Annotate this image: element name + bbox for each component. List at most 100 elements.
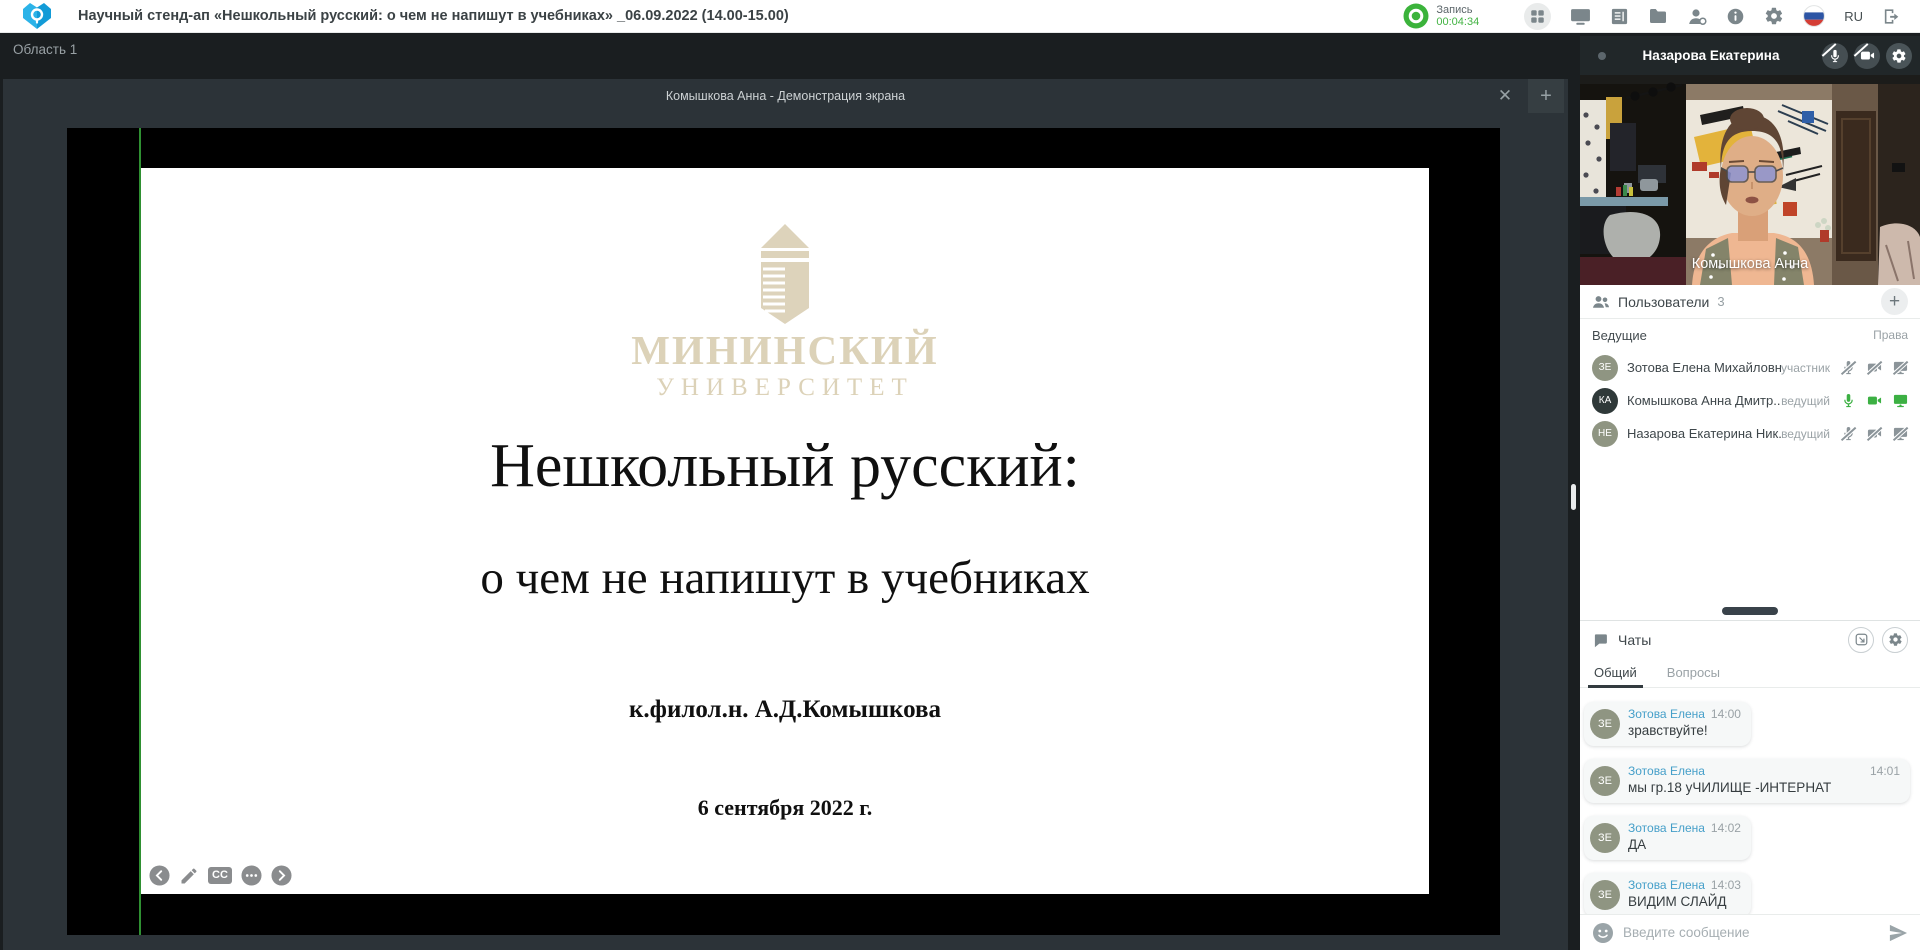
chat-title: Чаты: [1618, 632, 1651, 648]
message-author: Зотова Елена: [1628, 821, 1705, 835]
chat-header: Чаты: [1580, 621, 1920, 658]
message-author: Зотова Елена: [1628, 878, 1705, 892]
exit-icon[interactable]: [1882, 7, 1900, 26]
mic-off-icon[interactable]: [1822, 43, 1848, 69]
previous-slide-icon[interactable]: [149, 865, 170, 886]
popout-chat-icon[interactable]: [1848, 627, 1874, 653]
record-indicator[interactable]: Запись 00:04:34: [1403, 3, 1479, 29]
more-icon[interactable]: [241, 865, 262, 886]
user-name: Комышкова Анна Дмитр...: [1627, 393, 1781, 408]
users-header: Пользователи 3 +: [1580, 285, 1920, 319]
users-count: 3: [1717, 294, 1724, 309]
video-header: Назарова Екатерина: [1580, 36, 1920, 75]
info-icon[interactable]: [1726, 7, 1745, 26]
mic-off-icon[interactable]: [1841, 360, 1856, 375]
send-icon[interactable]: [1888, 924, 1908, 942]
screen-off-icon[interactable]: [1893, 426, 1908, 441]
users-panel: Пользователи 3 + Ведущие Права ЗЕ Зотова…: [1580, 285, 1920, 620]
message-time: 14:02: [1711, 821, 1741, 835]
screen-share-title: Комышкова Анна - Демонстрация экрана: [3, 79, 1568, 113]
record-label: Запись: [1436, 4, 1479, 16]
users-title: Пользователи: [1618, 294, 1709, 310]
camera-off-icon[interactable]: [1867, 360, 1882, 375]
user-name: Зотова Елена Михайловна: [1627, 360, 1781, 375]
video-header-name: Назарова Екатерина: [1606, 48, 1816, 63]
chat-message: ЗЕ Зотова Елена 14:03 ВИДИМ СЛАЙД: [1584, 873, 1751, 914]
chat-panel: Чаты Общий Вопросы: [1580, 620, 1920, 950]
chat-messages: ЗЕ Зотова Елена 14:00 зравствуйте! ЗЕ: [1580, 689, 1920, 914]
user-row[interactable]: НЕ Назарова Екатерина Ник... ведущий: [1580, 417, 1920, 450]
user-row[interactable]: ЗЕ Зотова Елена Михайловна участник: [1580, 351, 1920, 384]
mic-off-icon[interactable]: [1841, 426, 1856, 441]
files-icon[interactable]: [1648, 7, 1668, 25]
message-time: 14:01: [1870, 764, 1900, 778]
webcam-scene: [1580, 75, 1920, 285]
message-author: Зотова Елена: [1628, 707, 1705, 721]
app-window: Научный стенд-ап «Нешкольный русский: о …: [0, 0, 1920, 950]
settings-icon[interactable]: [1764, 6, 1784, 26]
app-logo-icon: [22, 2, 52, 30]
next-slide-icon[interactable]: [271, 865, 292, 886]
users-group-label: Ведущие: [1592, 328, 1647, 343]
video-settings-icon[interactable]: [1886, 43, 1912, 69]
users-icon: [1592, 294, 1610, 310]
message-text: ВИДИМ СЛАЙД: [1628, 894, 1741, 909]
user-role: ведущий: [1781, 394, 1830, 408]
avatar: ЗЕ: [1590, 823, 1620, 853]
shared-screen: МИНИНСКИЙ УНИВЕРСИТЕТ Нешкольный русский…: [67, 128, 1500, 935]
chat-input-bar: [1580, 914, 1920, 950]
apps-grid-icon[interactable]: [1524, 3, 1551, 30]
chat-settings-icon[interactable]: [1882, 627, 1908, 653]
pencil-icon[interactable]: [179, 866, 199, 886]
user-row[interactable]: КА Комышкова Анна Дмитр... ведущий: [1580, 384, 1920, 417]
closed-captions-icon[interactable]: CC: [208, 867, 232, 884]
message-text: зравствуйте!: [1628, 723, 1741, 738]
sidebar-resize-handle[interactable]: [1571, 484, 1576, 510]
add-area-icon[interactable]: +: [1528, 79, 1564, 113]
chat-message: ЗЕ Зотова Елена 14:01 мы гр.18 уЧИЛИЩЕ -…: [1584, 759, 1910, 803]
message-text: ДА: [1628, 837, 1741, 852]
message-input[interactable]: [1623, 925, 1888, 940]
close-icon[interactable]: ✕: [1488, 79, 1522, 113]
screen-on-icon[interactable]: [1893, 393, 1908, 408]
language-label[interactable]: RU: [1844, 9, 1863, 24]
screen-share-icon[interactable]: [1570, 7, 1591, 26]
tab-questions[interactable]: Вопросы: [1667, 658, 1720, 687]
mic-on-icon[interactable]: [1841, 393, 1856, 408]
university-name: МИНИНСКИЙ: [141, 326, 1429, 374]
chat-icon: [1592, 632, 1609, 648]
screen-off-icon[interactable]: [1893, 360, 1908, 375]
notes-icon[interactable]: [1610, 7, 1629, 26]
camera-off-icon[interactable]: [1867, 426, 1882, 441]
add-user-button[interactable]: +: [1881, 288, 1908, 315]
topbar-actions: Запись 00:04:34: [1403, 3, 1920, 30]
section-resize-handle[interactable]: [1722, 607, 1778, 615]
university-emblem-icon: [141, 222, 1429, 326]
area-label: Область 1: [13, 42, 77, 57]
camera-on-icon[interactable]: [1867, 393, 1882, 408]
user-role: участник: [1781, 361, 1830, 375]
video-participant-name: Комышкова Анна: [1580, 256, 1920, 272]
webcam-video: Комышкова Анна: [1580, 75, 1920, 285]
screen-share-panel: Комышкова Анна - Демонстрация экрана ✕ +: [3, 79, 1568, 950]
users-rights-label: Права: [1873, 328, 1908, 342]
presentation-slide: МИНИНСКИЙ УНИВЕРСИТЕТ Нешкольный русский…: [141, 168, 1429, 894]
users-subheader: Ведущие Права: [1580, 319, 1920, 351]
record-icon: [1403, 3, 1429, 29]
slide-title-line1: Нешкольный русский:: [141, 431, 1429, 502]
message-author: Зотова Елена: [1628, 764, 1705, 778]
avatar: ЗЕ: [1590, 766, 1620, 796]
tab-general[interactable]: Общий: [1594, 658, 1637, 687]
avatar: ЗЕ: [1590, 880, 1620, 910]
camera-off-icon[interactable]: [1854, 43, 1880, 69]
chat-tabs: Общий Вопросы: [1580, 658, 1920, 688]
emoji-icon[interactable]: [1592, 922, 1614, 944]
avatar: КА: [1592, 388, 1618, 414]
presentation-controls: CC: [149, 865, 292, 886]
flag-ru-icon[interactable]: [1803, 5, 1825, 27]
record-timer: 00:04:34: [1436, 16, 1479, 28]
chat-message: ЗЕ Зотова Елена 14:00 зравствуйте!: [1584, 702, 1751, 746]
add-participant-icon[interactable]: [1687, 7, 1707, 26]
chat-message: ЗЕ Зотова Елена 14:02 ДА: [1584, 816, 1751, 860]
top-bar: Научный стенд-ап «Нешкольный русский: о …: [0, 0, 1920, 33]
